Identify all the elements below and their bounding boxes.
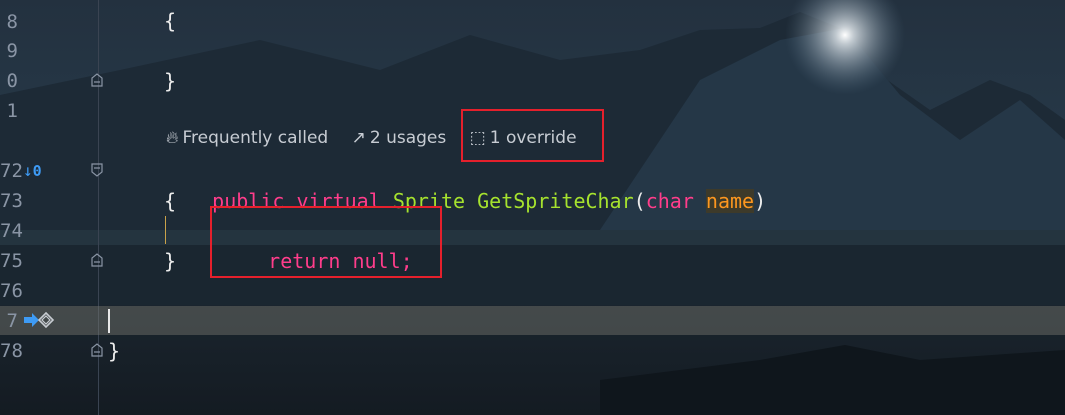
run-arrow-icon[interactable]: [22, 310, 56, 334]
code-line[interactable]: {: [164, 186, 176, 216]
usages-hint[interactable]: ↗ 2 usages: [352, 128, 447, 148]
line-number: 78: [0, 340, 23, 362]
line-number: 73: [0, 190, 23, 212]
line-number: 74: [0, 220, 23, 242]
highlight-box-override: [461, 109, 604, 162]
code-line[interactable]: {: [164, 6, 176, 36]
arrow-down-icon: ↓: [23, 161, 33, 180]
line-number: 72: [0, 160, 23, 182]
line-number: 9: [6, 40, 18, 62]
current-line-highlight: [0, 306, 1065, 335]
close-paren: ): [754, 189, 767, 213]
method-name: GetSpriteChar: [477, 189, 634, 213]
flame-icon: 🔥︎: [166, 128, 179, 148]
open-paren: (: [633, 189, 646, 213]
indent-guide: [165, 216, 166, 244]
line-number: 0: [6, 70, 18, 92]
override-count: 0: [32, 162, 42, 180]
code-line[interactable]: }: [164, 246, 176, 276]
fold-end-icon[interactable]: [91, 343, 103, 357]
arrow-diamond-icon: [24, 311, 55, 329]
fold-end-icon[interactable]: [91, 73, 103, 87]
line-number: 7: [6, 310, 18, 332]
param-name: name: [705, 189, 755, 213]
line-number: 1: [6, 100, 18, 122]
override-down-arrow-icon[interactable]: ↓0: [23, 161, 42, 180]
line-number: 76: [0, 280, 23, 302]
code-line[interactable]: }: [164, 66, 176, 96]
frequently-called-hint[interactable]: 🔥︎ Frequently called: [166, 128, 328, 148]
code-line[interactable]: }: [108, 336, 120, 366]
code-editor[interactable]: 8 9 0 1 72 73 74 75 76 7 78 ↓0 { } 🔥︎ Fre…: [0, 0, 1065, 415]
highlight-box-return: [210, 206, 442, 278]
fold-end-icon[interactable]: [91, 253, 103, 267]
line-number: 8: [6, 11, 18, 33]
param-type: char: [645, 189, 694, 213]
text-caret: [108, 309, 110, 333]
fold-start-icon[interactable]: [91, 163, 103, 177]
line-number: 75: [0, 250, 23, 272]
usages-arrow-icon: ↗: [351, 128, 366, 148]
